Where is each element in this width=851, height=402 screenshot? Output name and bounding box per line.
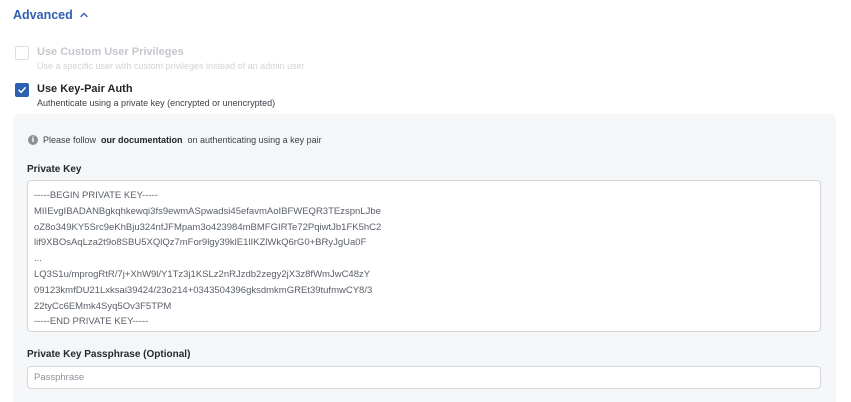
advanced-toggle[interactable]: Advanced (13, 8, 89, 22)
private-key-textarea[interactable]: -----BEGIN PRIVATE KEY----- MIIEvgIBADAN… (27, 180, 821, 332)
checkmark-icon (18, 87, 26, 94)
private-key-label: Private Key (27, 164, 82, 175)
info-icon: i (28, 135, 38, 145)
custom-privileges-description: Use a specific user with custom privileg… (37, 61, 305, 71)
info-suffix: on authenticating using a key pair (187, 135, 322, 145)
advanced-label: Advanced (13, 8, 73, 22)
info-prefix: Please follow (43, 135, 97, 145)
key-pair-auth-description: Authenticate using a private key (encryp… (37, 98, 276, 108)
advanced-settings: Advanced Use Custom User Privileges Use … (0, 0, 851, 402)
passphrase-input[interactable] (27, 366, 821, 389)
custom-privileges-checkbox[interactable] (15, 46, 29, 60)
key-pair-panel: i Please follow our documentation on aut… (13, 114, 836, 402)
documentation-link[interactable]: our documentation (101, 135, 183, 145)
passphrase-label: Private Key Passphrase (Optional) (27, 349, 191, 360)
key-pair-auth-label: Use Key-Pair Auth (37, 83, 133, 95)
custom-privileges-label: Use Custom User Privileges (37, 46, 184, 58)
custom-privileges-option: Use Custom User Privileges Use a specifi… (15, 45, 305, 73)
documentation-note: i Please follow our documentation on aut… (28, 135, 322, 145)
key-pair-auth-option: Use Key-Pair Auth Authenticate using a p… (15, 82, 275, 110)
key-pair-auth-checkbox[interactable] (15, 83, 29, 97)
chevron-up-icon (80, 12, 88, 18)
